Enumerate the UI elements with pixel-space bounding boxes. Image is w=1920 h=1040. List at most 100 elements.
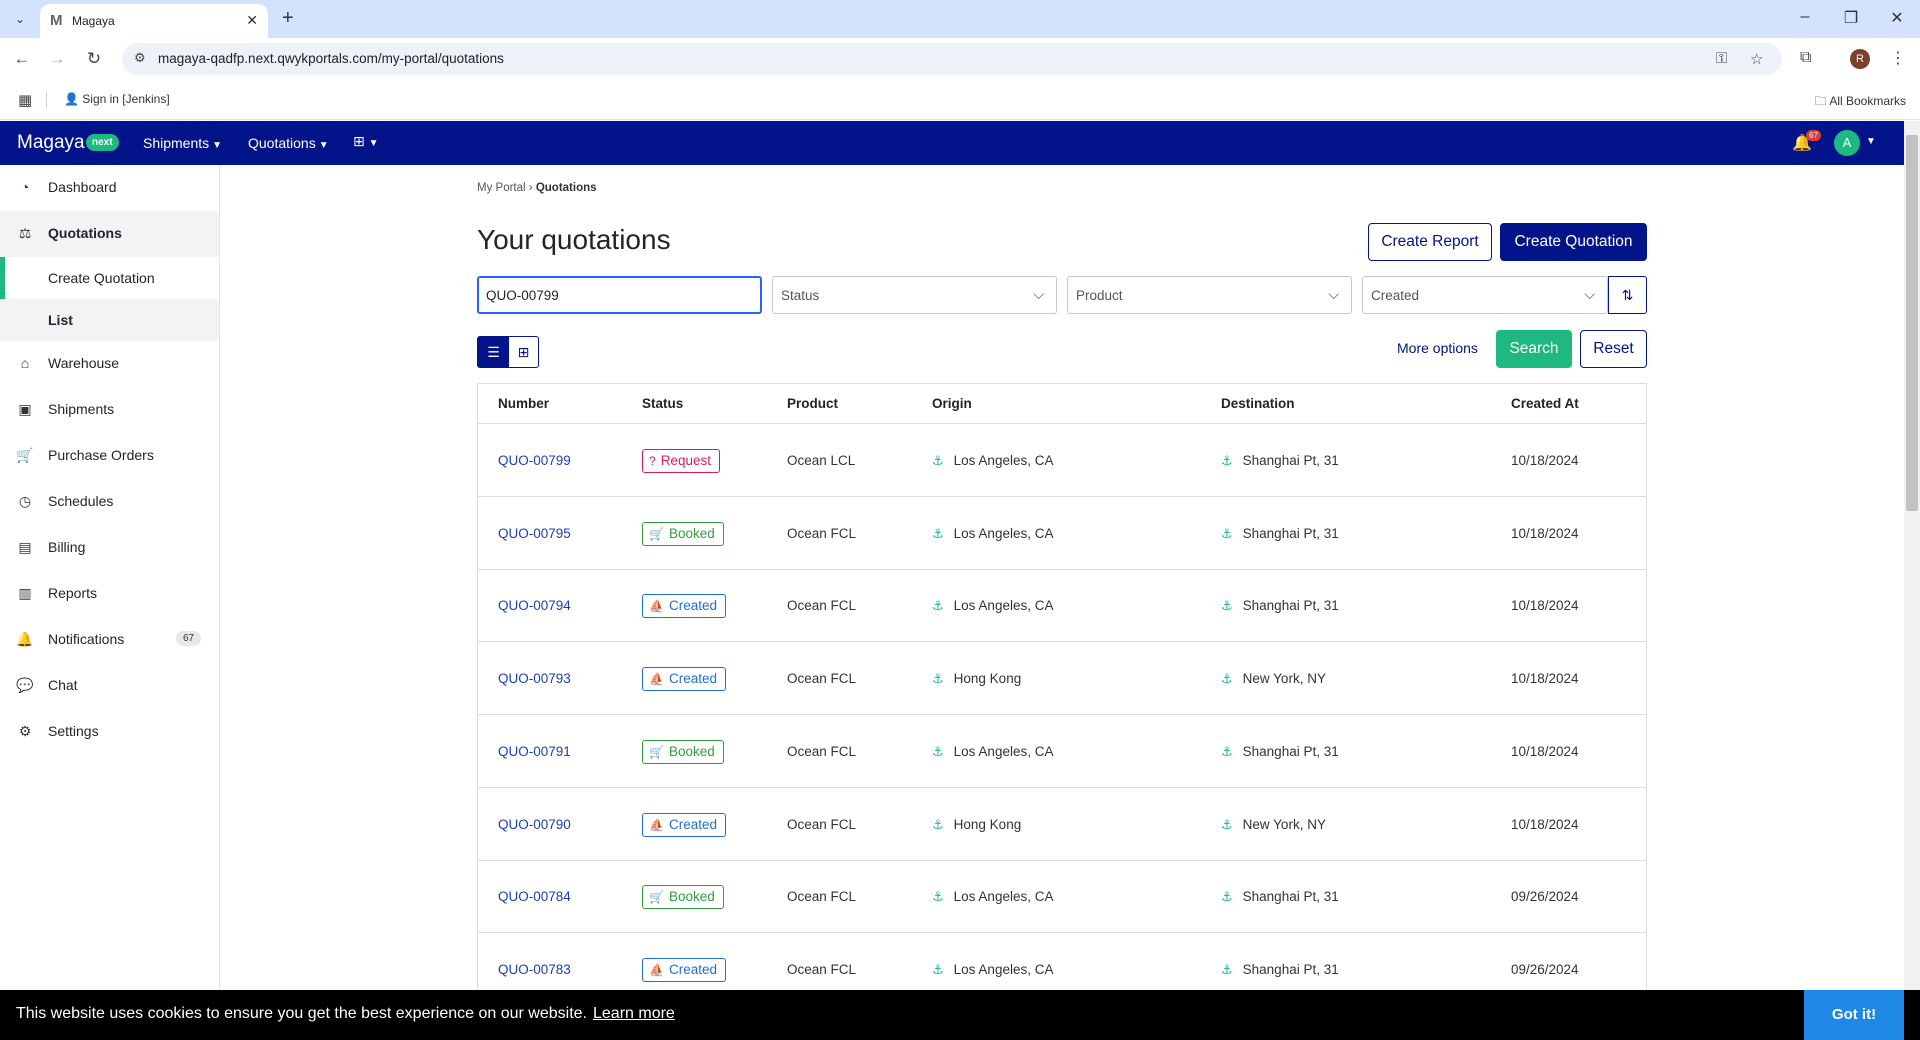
sidebar-item-settings[interactable]: ⚙ Settings (0, 709, 219, 755)
column-header-number[interactable]: Number (498, 396, 549, 411)
sidebar-item-purchase-orders[interactable]: 🛒 Purchase Orders (0, 433, 219, 479)
learn-more-link[interactable]: Learn more (593, 1005, 675, 1023)
table-row[interactable]: QUO-00793 ⛵ Created Ocean FCL ⚓ Hong Kong ⚓ New… (478, 643, 1646, 716)
scrollbar-thumb[interactable] (1906, 135, 1918, 511)
brand-logo[interactable]: Magaya (17, 132, 85, 154)
browser-toolbar: ← → ↻ ⚙ magaya-qadfp.next.qwykportals.co… (0, 38, 1920, 80)
chevron-down-icon: ▼ (368, 138, 379, 149)
destination-cell: ⚓ New York, NY (1221, 817, 1326, 833)
column-header-product[interactable]: Product (787, 396, 838, 411)
sidebar-item-warehouse[interactable]: ⌂ Warehouse (0, 341, 219, 387)
search-button[interactable]: Search (1496, 330, 1572, 368)
url-text[interactable]: magaya-qadfp.next.qwykportals.com/my-por… (158, 51, 504, 66)
status-badge-label: Booked (668, 743, 715, 759)
ship-icon: ⛵ (649, 672, 664, 687)
restore-icon[interactable]: ❐ (1836, 8, 1866, 28)
table-row[interactable]: QUO-00799? Request Ocean LCL ⚓ Los Angeles, … (478, 425, 1646, 497)
created-at-cell: 10/18/2024 (1511, 743, 1579, 759)
nav-quotations[interactable]: Quotations ▼ (248, 135, 329, 151)
new-tab-icon[interactable]: + (282, 8, 294, 28)
sort-by-select[interactable]: Created ⌵ (1362, 276, 1608, 314)
breadcrumb-separator: › (528, 182, 533, 194)
view-toggle: ☰ ⊞ (477, 336, 539, 368)
sidebar-item-billing[interactable]: ▤ Billing (0, 525, 219, 571)
destination-cell: ⚓ Shanghai Pt, 31 (1221, 453, 1339, 469)
product-cell: Ocean LCL (787, 453, 856, 468)
tab-search-icon[interactable]: ⌄ (10, 9, 30, 29)
grid-view-icon[interactable]: ⊞ (509, 337, 538, 367)
chevron-down-icon[interactable]: ▼ (1866, 136, 1876, 147)
table-row[interactable]: QUO-00784 🛒 Booked Ocean FCL ⚓ Los Angeles, C… (478, 861, 1646, 934)
breadcrumb-root[interactable]: My Portal (477, 182, 526, 194)
reset-button[interactable]: Reset (1580, 330, 1647, 368)
got-it-button[interactable]: Got it! (1804, 990, 1904, 1040)
chevron-down-icon: ▼ (318, 140, 329, 151)
created-at-cell: 09/26/2024 (1511, 961, 1579, 977)
back-icon[interactable]: ← (12, 49, 32, 69)
quotation-number-link[interactable]: QUO-00799 (498, 453, 571, 468)
quick-create-menu[interactable]: ⊞ ▼ (353, 133, 379, 150)
create-quotation-button[interactable]: Create Quotation (1500, 223, 1647, 261)
brand-badge: next (86, 134, 119, 151)
table-row[interactable]: QUO-00791 🛒 Booked Ocean FCL ⚓ Los Angeles, C… (478, 716, 1646, 788)
all-bookmarks[interactable]: 🗀 All Bookmarks (1815, 92, 1906, 113)
origin-cell: ⚓ Hong Kong (932, 817, 1021, 833)
product-select[interactable]: Product ⌵ (1067, 276, 1352, 314)
origin-cell: ⚓ Los Angeles, CA (932, 889, 1053, 905)
quotation-number-link[interactable]: QUO-00783 (498, 962, 571, 977)
user-avatar[interactable]: A (1834, 130, 1860, 156)
sidebar-item-chat[interactable]: 💬 Chat (0, 663, 219, 709)
sidebar-item-shipments[interactable]: ▣ Shipments (0, 387, 219, 433)
extensions-icon[interactable]: ⧉ (1800, 49, 1811, 67)
origin-label: Hong Kong (953, 671, 1022, 687)
warehouse-icon: ⌂ (20, 355, 30, 371)
quotation-number-link[interactable]: QUO-00794 (498, 598, 571, 613)
sidebar-item-notifications[interactable]: 🔔 Notifications 67 (0, 617, 219, 663)
tab-close-icon[interactable]: ✕ (246, 12, 258, 29)
bookmark-jenkins[interactable]: 👤 Sign in [Jenkins] (64, 92, 170, 106)
status-select[interactable]: Status ⌵ (772, 276, 1057, 314)
quotations-table: Number Status Product Origin Destination… (477, 383, 1647, 990)
quotation-number-link[interactable]: QUO-00791 (498, 744, 571, 759)
nav-shipments[interactable]: Shipments ▼ (143, 135, 222, 151)
sidebar-subitem-list[interactable]: List (0, 299, 219, 341)
table-row[interactable]: QUO-00795 🛒 Booked Ocean FCL ⚓ Los Angeles, C… (478, 498, 1646, 570)
more-options-link[interactable]: More options (1397, 340, 1478, 356)
window-close-icon[interactable]: ✕ (1882, 8, 1912, 28)
profile-avatar[interactable]: R (1850, 49, 1870, 69)
destination-label: Shanghai Pt, 31 (1242, 743, 1339, 759)
sidebar-item-schedules[interactable]: ◷ Schedules (0, 479, 219, 525)
create-report-button[interactable]: Create Report (1368, 223, 1492, 261)
table-row[interactable]: QUO-00783 ⛵ Created Ocean FCL ⚓ Los Angeles, … (478, 934, 1646, 990)
minimize-icon[interactable]: – (1790, 8, 1820, 26)
sidebar-item-label: Chat (48, 677, 78, 693)
quotation-number-link[interactable]: QUO-00793 (498, 671, 571, 686)
sort-direction-icon[interactable]: ⇅ (1608, 276, 1647, 314)
column-header-origin[interactable]: Origin (932, 396, 972, 411)
sidebar-subitem-create-quotation[interactable]: Create Quotation (0, 257, 219, 299)
sidebar-item-quotations[interactable]: ⚖ Quotations (0, 211, 219, 257)
forward-icon[interactable]: → (47, 49, 67, 69)
password-key-icon[interactable]: ⚿ (1716, 50, 1727, 67)
quotation-number-link[interactable]: QUO-00790 (498, 817, 571, 832)
sidebar-item-dashboard[interactable]: ◔ Dashboard (0, 165, 219, 211)
column-header-status[interactable]: Status (642, 396, 683, 411)
sidebar-item-reports[interactable]: ▥ Reports (0, 571, 219, 617)
column-header-destination[interactable]: Destination (1221, 396, 1295, 411)
apps-grid-icon[interactable]: ▦ (18, 91, 32, 109)
address-bar[interactable]: ⚙ magaya-qadfp.next.qwykportals.com/my-p… (122, 43, 1782, 75)
list-view-icon[interactable]: ☰ (478, 337, 509, 367)
status-badge-label: Created (668, 816, 717, 832)
table-row[interactable]: QUO-00790 ⛵ Created Ocean FCL ⚓ Hong Kong ⚓ New… (478, 789, 1646, 861)
column-header-created-at[interactable]: Created At (1511, 396, 1579, 411)
table-row[interactable]: QUO-00794 ⛵ Created Ocean FCL ⚓ Los Angeles, … (478, 570, 1646, 643)
site-info-icon[interactable]: ⚙ (134, 50, 146, 66)
search-input[interactable]: QUO-00799 (477, 276, 762, 314)
quotation-number-link[interactable]: QUO-00784 (498, 889, 571, 904)
reload-icon[interactable]: ↻ (84, 49, 104, 69)
bookmark-star-icon[interactable]: ☆ (1750, 50, 1763, 68)
sort-by-select-value: Created (1371, 288, 1420, 303)
quotation-number-link[interactable]: QUO-00795 (498, 526, 571, 541)
browser-menu-icon[interactable]: ⋮ (1890, 48, 1906, 68)
browser-tab[interactable]: M Magaya ✕ (40, 4, 268, 38)
